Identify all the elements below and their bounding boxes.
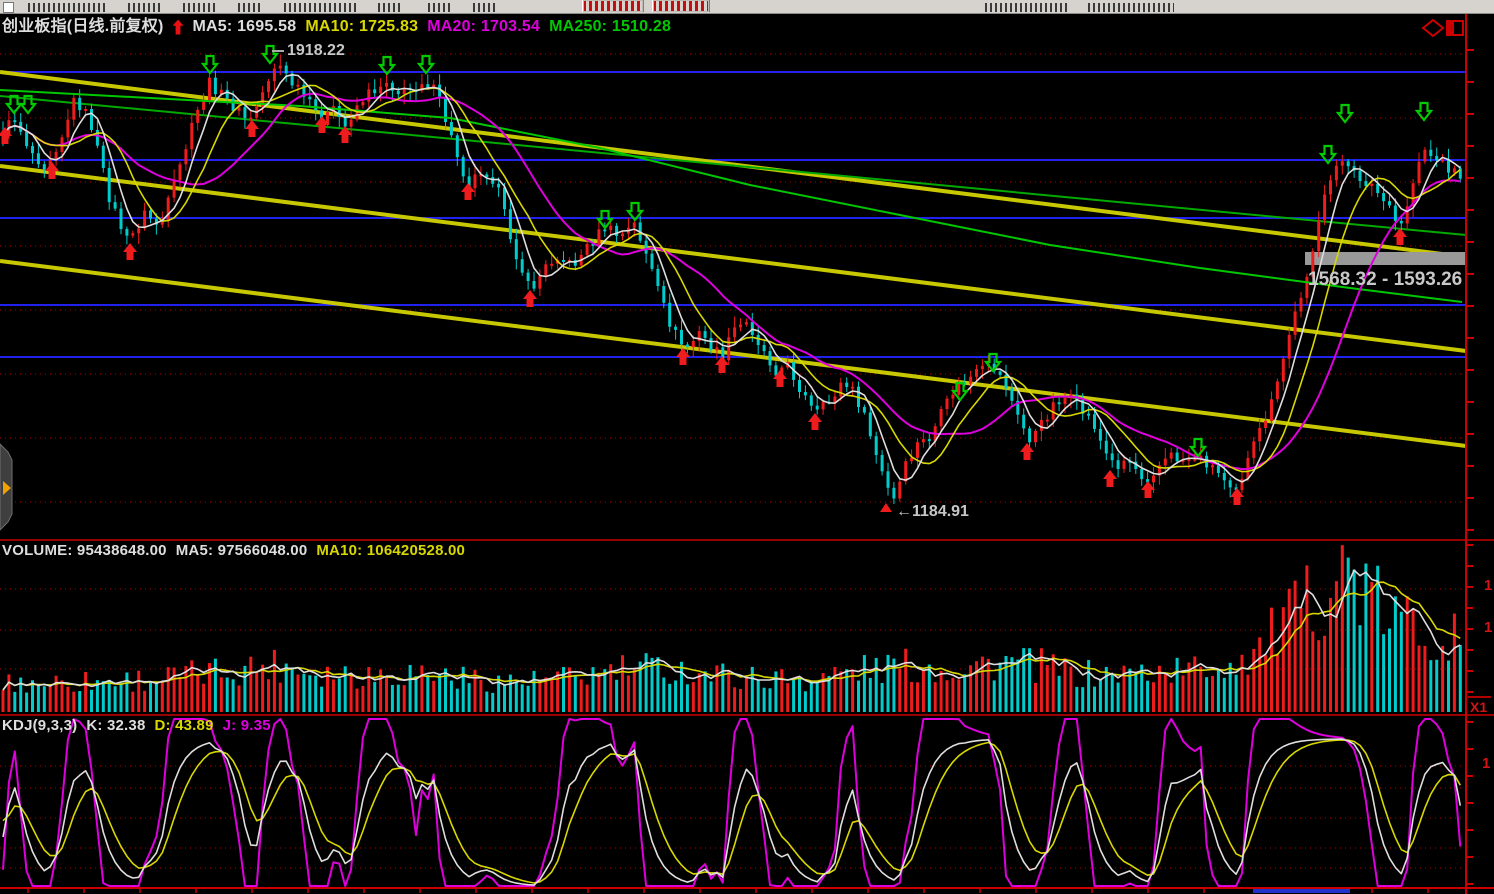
chart-canvas[interactable] bbox=[0, 0, 1494, 894]
sidebar-expand-handle[interactable] bbox=[0, 444, 12, 530]
buy-signal-arrow bbox=[1103, 470, 1117, 487]
kdj-label: KDJ(9,3,3) bbox=[2, 718, 77, 733]
sell-signal-arrow bbox=[203, 56, 217, 73]
d-value: D: 43.89 bbox=[155, 718, 214, 733]
kdj-header: KDJ(9,3,3) K: 32.38 D: 43.89 J: 9.35 bbox=[2, 718, 271, 733]
vol-ma5-value: MA5: 97566048.00 bbox=[176, 543, 308, 558]
trading-app-window: 创业板指(日线.前复权) MA5: 1695.58 MA10: 1725.83 … bbox=[0, 0, 1494, 894]
k-value: K: 32.38 bbox=[86, 718, 145, 733]
main-chart-header: 创业板指(日线.前复权) MA5: 1695.58 MA10: 1725.83 … bbox=[2, 19, 671, 35]
buy-signal-arrow bbox=[461, 183, 475, 200]
buy-signal-arrow bbox=[245, 120, 259, 137]
buy-signal-arrow bbox=[808, 413, 822, 430]
low-price-label: ←1184.91 bbox=[896, 504, 969, 520]
ma20-value: MA20: 1703.54 bbox=[427, 19, 540, 35]
gap-range-label: 1568.32 - 1593.26 bbox=[1308, 270, 1462, 289]
split-pane-icon[interactable] bbox=[1447, 21, 1463, 35]
high-price-label: 1918.22 bbox=[287, 43, 345, 59]
volume-header: VOLUME: 95438648.00 MA5: 97566048.00 MA1… bbox=[2, 543, 465, 558]
sell-signal-arrow bbox=[1191, 439, 1205, 456]
volume-axis-label-2: 1 bbox=[1484, 620, 1492, 635]
j-value: J: 9.35 bbox=[223, 718, 271, 733]
volume-axis-label-1: 1 bbox=[1484, 578, 1492, 593]
scrollbar-thumb bbox=[1253, 889, 1350, 893]
vol-ma10-value: MA10: 106420528.00 bbox=[316, 543, 465, 558]
kdj-axis-label-1: 1 bbox=[1482, 756, 1490, 771]
scale-indicator: X1 bbox=[1468, 696, 1491, 715]
chart-title: 创业板指(日线.前复权) bbox=[2, 19, 164, 35]
ma5-value: MA5: 1695.58 bbox=[193, 19, 297, 35]
volume-value: VOLUME: 95438648.00 bbox=[2, 543, 167, 558]
sell-signal-arrow bbox=[1338, 105, 1352, 122]
ma10-value: MA10: 1725.83 bbox=[305, 19, 418, 35]
buy-signal-arrow bbox=[1393, 228, 1407, 245]
buy-signal-arrow bbox=[1020, 443, 1034, 460]
diamond-icon[interactable] bbox=[1423, 20, 1443, 36]
sell-signal-arrow bbox=[419, 56, 433, 73]
trend-up-icon bbox=[173, 20, 184, 35]
buy-signal-arrow bbox=[1141, 481, 1155, 498]
buy-signal-arrow bbox=[45, 162, 59, 179]
ma250-value: MA250: 1510.28 bbox=[549, 19, 671, 35]
sell-signal-arrow bbox=[1417, 103, 1431, 120]
